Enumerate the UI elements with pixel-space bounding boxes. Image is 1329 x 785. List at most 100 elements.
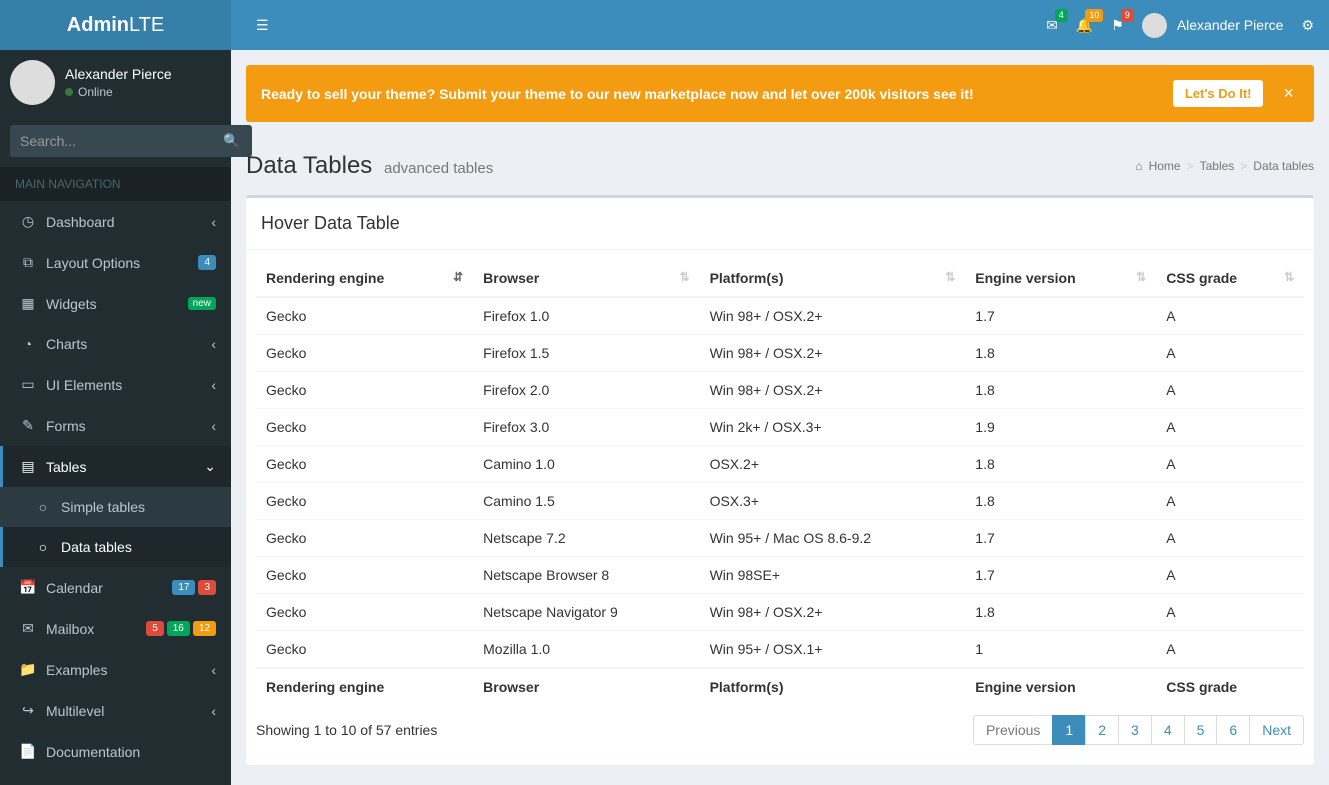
table-cell: Firefox 1.0 (473, 297, 699, 335)
chevron-left-icon: ‹ (211, 662, 216, 678)
sidebar-item-documentation[interactable]: 📄Documentation (0, 731, 231, 772)
menu-icon: ▭ (18, 376, 38, 393)
table-cell: Gecko (256, 520, 473, 557)
menu-icon: ↪ (18, 702, 38, 719)
table-cell: A (1156, 372, 1304, 409)
marketplace-callout: Ready to sell your theme? Submit your th… (246, 65, 1314, 122)
new-tag: new (188, 297, 216, 310)
table-cell: Mozilla 1.0 (473, 631, 699, 669)
sidebar-item-calendar[interactable]: 📅Calendar173 (0, 567, 231, 608)
column-header[interactable]: Engine version⇅ (965, 260, 1156, 297)
chevron-left-icon: ‹ (211, 214, 216, 230)
menu-icon: ◔ (18, 336, 38, 352)
table-cell: Firefox 2.0 (473, 372, 699, 409)
sidebar-toggle-button[interactable]: ☰ (246, 7, 279, 44)
sidebar-subitem-data-tables[interactable]: ○ Data tables (0, 527, 231, 567)
badge: 12 (193, 621, 216, 636)
sidebar-item-multilevel[interactable]: ↪Multilevel‹ (0, 690, 231, 731)
table-cell: 1.7 (965, 557, 1156, 594)
breadcrumb-tables[interactable]: Tables (1200, 159, 1235, 173)
nav-messages[interactable]: ✉ 4 (1046, 17, 1058, 34)
sidebar-item-mailbox[interactable]: ✉Mailbox51612 (0, 608, 231, 649)
callout-text: Ready to sell your theme? Submit your th… (261, 86, 1158, 102)
sidebar-item-examples[interactable]: 📁 Examples‹ (0, 649, 231, 690)
menu-icon: ✎ (18, 417, 38, 434)
table-cell: Win 98+ / OSX.2+ (700, 372, 966, 409)
sidebar-item-label: Tables (46, 459, 204, 475)
pagination-page[interactable]: 1 (1052, 715, 1086, 745)
table-cell: Win 95+ / OSX.1+ (700, 631, 966, 669)
table-cell: Gecko (256, 594, 473, 631)
table-cell: Gecko (256, 446, 473, 483)
sidebar-item-ui-elements[interactable]: ▭UI Elements‹ (0, 364, 231, 405)
menu-icon: 📁 (18, 661, 38, 678)
sidebar-item-label: Examples (46, 662, 211, 678)
menu-icon: ✉ (18, 620, 38, 637)
sort-icon: ⇅ (945, 270, 955, 284)
table-cell: Gecko (256, 557, 473, 594)
logo[interactable]: AdminLTE (0, 0, 231, 50)
sidebar-item-layout-options[interactable]: ⧉Layout Options4 (0, 242, 231, 283)
sidebar-item-label: Simple tables (61, 499, 216, 515)
column-header[interactable]: Browser⇅ (473, 260, 699, 297)
pagination-page[interactable]: 2 (1085, 715, 1119, 745)
badge: 5 (146, 621, 164, 636)
sidebar-item-label: Documentation (46, 744, 216, 760)
menu-icon: ▦ (18, 295, 38, 312)
table-cell: Gecko (256, 409, 473, 446)
messages-badge: 4 (1055, 9, 1068, 22)
table-cell: A (1156, 520, 1304, 557)
column-header[interactable]: Platform(s)⇅ (700, 260, 966, 297)
nav-user-menu[interactable]: Alexander Pierce (1142, 13, 1284, 38)
user-status: Online (65, 85, 172, 99)
table-cell: 1 (965, 631, 1156, 669)
badge: 3 (198, 580, 216, 595)
menu-icon: 📅 (18, 579, 38, 596)
table-cell: Gecko (256, 631, 473, 669)
table-cell: Win 98SE+ (700, 557, 966, 594)
top-navbar: ☰ ✉ 4 🔔 10 ⚑ 9 Alexander Pierce (231, 0, 1329, 50)
circle-icon: ○ (33, 539, 53, 555)
avatar (10, 60, 55, 105)
table-info: Showing 1 to 10 of 57 entries (256, 722, 437, 738)
sidebar-item-dashboard[interactable]: ◷Dashboard‹ (0, 201, 231, 242)
breadcrumb-home[interactable]: Home (1149, 159, 1181, 173)
search-input[interactable] (10, 125, 211, 157)
notifications-badge: 10 (1085, 9, 1103, 22)
table-cell: A (1156, 631, 1304, 669)
pagination-page[interactable]: 6 (1216, 715, 1250, 745)
sidebar-nav-header: MAIN NAVIGATION (0, 167, 231, 201)
table-cell: Camino 1.0 (473, 446, 699, 483)
pagination-page[interactable]: 4 (1151, 715, 1185, 745)
chevron-left-icon: ‹ (211, 703, 216, 719)
table-cell: Win 2k+ / OSX.3+ (700, 409, 966, 446)
table-cell: Gecko (256, 372, 473, 409)
page-title: Data Tables advanced tables (246, 152, 493, 180)
table-row: GeckoNetscape Browser 8Win 98SE+1.7A (256, 557, 1304, 594)
sidebar-item-charts[interactable]: ◔Charts‹ (0, 324, 231, 364)
table-cell: Gecko (256, 335, 473, 372)
sidebar-item-forms[interactable]: ✎Forms‹ (0, 405, 231, 446)
pagination-page[interactable]: 3 (1118, 715, 1152, 745)
callout-close-button[interactable]: × (1278, 83, 1299, 104)
chevron-left-icon: ‹ (211, 336, 216, 352)
column-header[interactable]: Rendering engine⇵ (256, 260, 473, 297)
pagination-page[interactable]: 5 (1184, 715, 1218, 745)
menu-icon: ▤ (18, 458, 38, 475)
column-header[interactable]: CSS grade⇅ (1156, 260, 1304, 297)
nav-tasks[interactable]: ⚑ 9 (1111, 17, 1124, 34)
sidebar-item-tables[interactable]: ▤Tables⌄ (0, 446, 231, 487)
sidebar-subitem-simple-tables[interactable]: ○Simple tables (0, 487, 231, 527)
sort-icon: ⇅ (1284, 270, 1294, 284)
sidebar-item-label: Data tables (61, 539, 216, 555)
table-cell: A (1156, 335, 1304, 372)
sidebar-item-widgets[interactable]: ▦Widgetsnew (0, 283, 231, 324)
table-cell: A (1156, 297, 1304, 335)
nav-notifications[interactable]: 🔔 10 (1076, 17, 1093, 34)
table-cell: Win 98+ / OSX.2+ (700, 335, 966, 372)
sort-icon: ⇅ (1136, 270, 1146, 284)
nav-settings[interactable]: ⚙ (1301, 17, 1314, 34)
callout-action-button[interactable]: Let's Do It! (1173, 80, 1264, 107)
table-row: GeckoFirefox 2.0Win 98+ / OSX.2+1.8A (256, 372, 1304, 409)
pagination-next[interactable]: Next (1249, 715, 1304, 745)
